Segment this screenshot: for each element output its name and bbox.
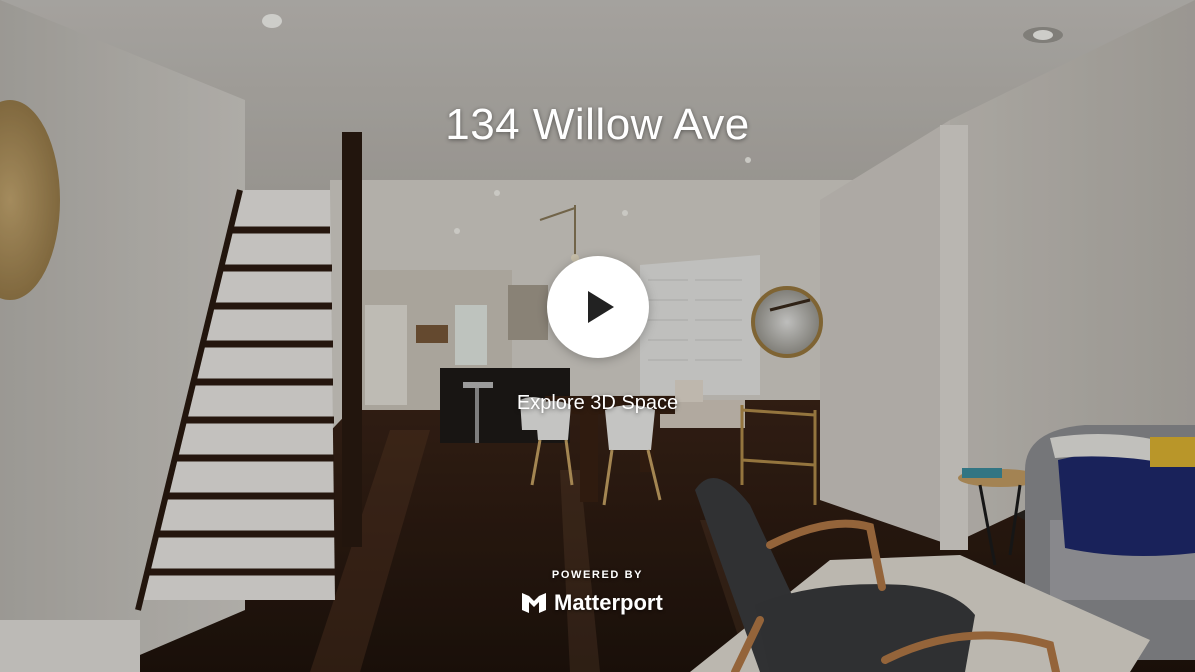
matterport-brand-link[interactable]: Matterport [520, 589, 663, 617]
explore-3d-space-label[interactable]: Explore 3D Space [0, 392, 1195, 415]
play-icon [588, 291, 614, 323]
play-button[interactable] [547, 256, 649, 358]
tour-viewer[interactable]: 134 Willow Ave Explore 3D Space POWERED … [0, 0, 1195, 672]
matterport-logo-icon [522, 593, 546, 613]
listing-title: 134 Willow Ave [445, 100, 750, 149]
powered-by-label: POWERED BY [551, 569, 644, 581]
brand-name: Matterport [554, 590, 663, 615]
